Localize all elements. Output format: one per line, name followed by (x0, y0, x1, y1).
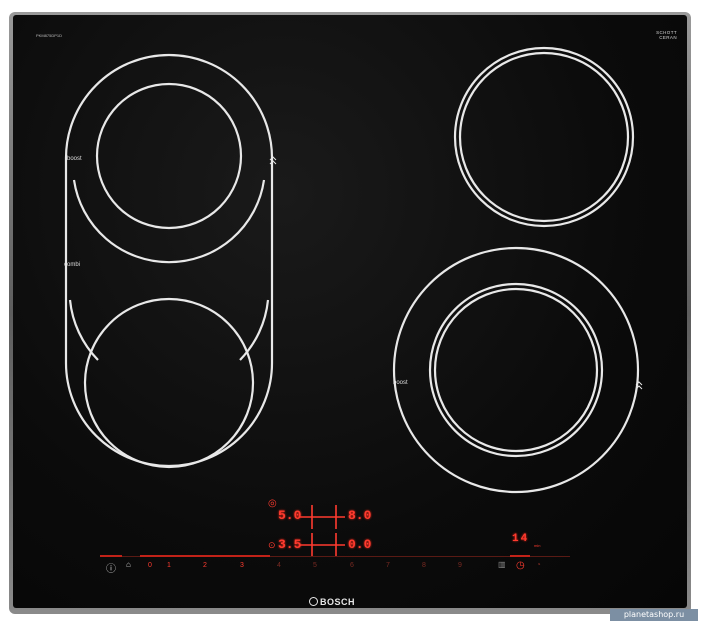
power-icon[interactable]: ⓘ (106, 560, 116, 575)
left-inner-arc-side-r (239, 299, 270, 361)
timer-display: 14 (512, 533, 530, 545)
scale-3[interactable]: 3 (240, 562, 244, 569)
cooking-zones (64, 46, 643, 557)
timer-unit: min (534, 543, 541, 548)
power-level-bar (140, 555, 270, 557)
clock-icon[interactable]: ◷ (516, 560, 525, 571)
scale-1[interactable]: 1 (167, 562, 171, 569)
timer-icon[interactable]: ⊙ (268, 540, 276, 550)
right-top-zone (453, 46, 635, 228)
left-combi-label: combi (64, 262, 81, 268)
scale-0[interactable]: 0 (148, 562, 152, 569)
right-top-zone-inner (458, 51, 630, 223)
right-bottom-inner-zone-2 (433, 287, 599, 453)
scale-4[interactable]: 4 (277, 562, 281, 569)
scale-2[interactable]: 2 (203, 562, 207, 569)
memory-icon[interactable]: ▥ (498, 560, 506, 569)
left-top-zone (95, 82, 243, 230)
left-inner-arc-top (72, 179, 266, 264)
bosch-logo-icon (309, 597, 318, 606)
power-indicator-bar (100, 555, 122, 557)
watermark: planetashop.ru (610, 609, 698, 621)
zone-display-front-left[interactable]: 5.0 (278, 508, 301, 523)
left-bottom-zone (83, 297, 255, 469)
model-number: PKM875DP1D (36, 33, 63, 38)
scale-6[interactable]: 6 (350, 562, 354, 569)
scale-8[interactable]: 8 (422, 562, 426, 569)
scale-7[interactable]: 7 (386, 562, 390, 569)
timer-button-icon[interactable]: ◔ (536, 560, 541, 569)
zone-display-back-right[interactable]: 8.0 (348, 508, 371, 523)
left-combi-outline (64, 53, 274, 468)
timer-indicator-bar (510, 555, 530, 557)
child-lock-icon[interactable]: ⌂ (126, 560, 131, 569)
right-boost-label: boost (393, 380, 408, 386)
left-boost-label: boost (67, 156, 82, 162)
scale-5[interactable]: 5 (313, 562, 317, 569)
zone-select-icon[interactable]: ◎ (268, 499, 277, 509)
glass-brand-label: SCHOTT CERAN (656, 30, 677, 40)
brand-logo-text: BOSCH (320, 597, 356, 607)
right-bottom-inner-zone (428, 282, 604, 458)
scale-9[interactable]: 9 (458, 562, 462, 569)
zone-display-back-left[interactable]: 0.0 (348, 537, 371, 552)
left-inner-arc-side-l (68, 299, 99, 361)
zone-display-front-right[interactable]: 3.5 (278, 537, 301, 552)
